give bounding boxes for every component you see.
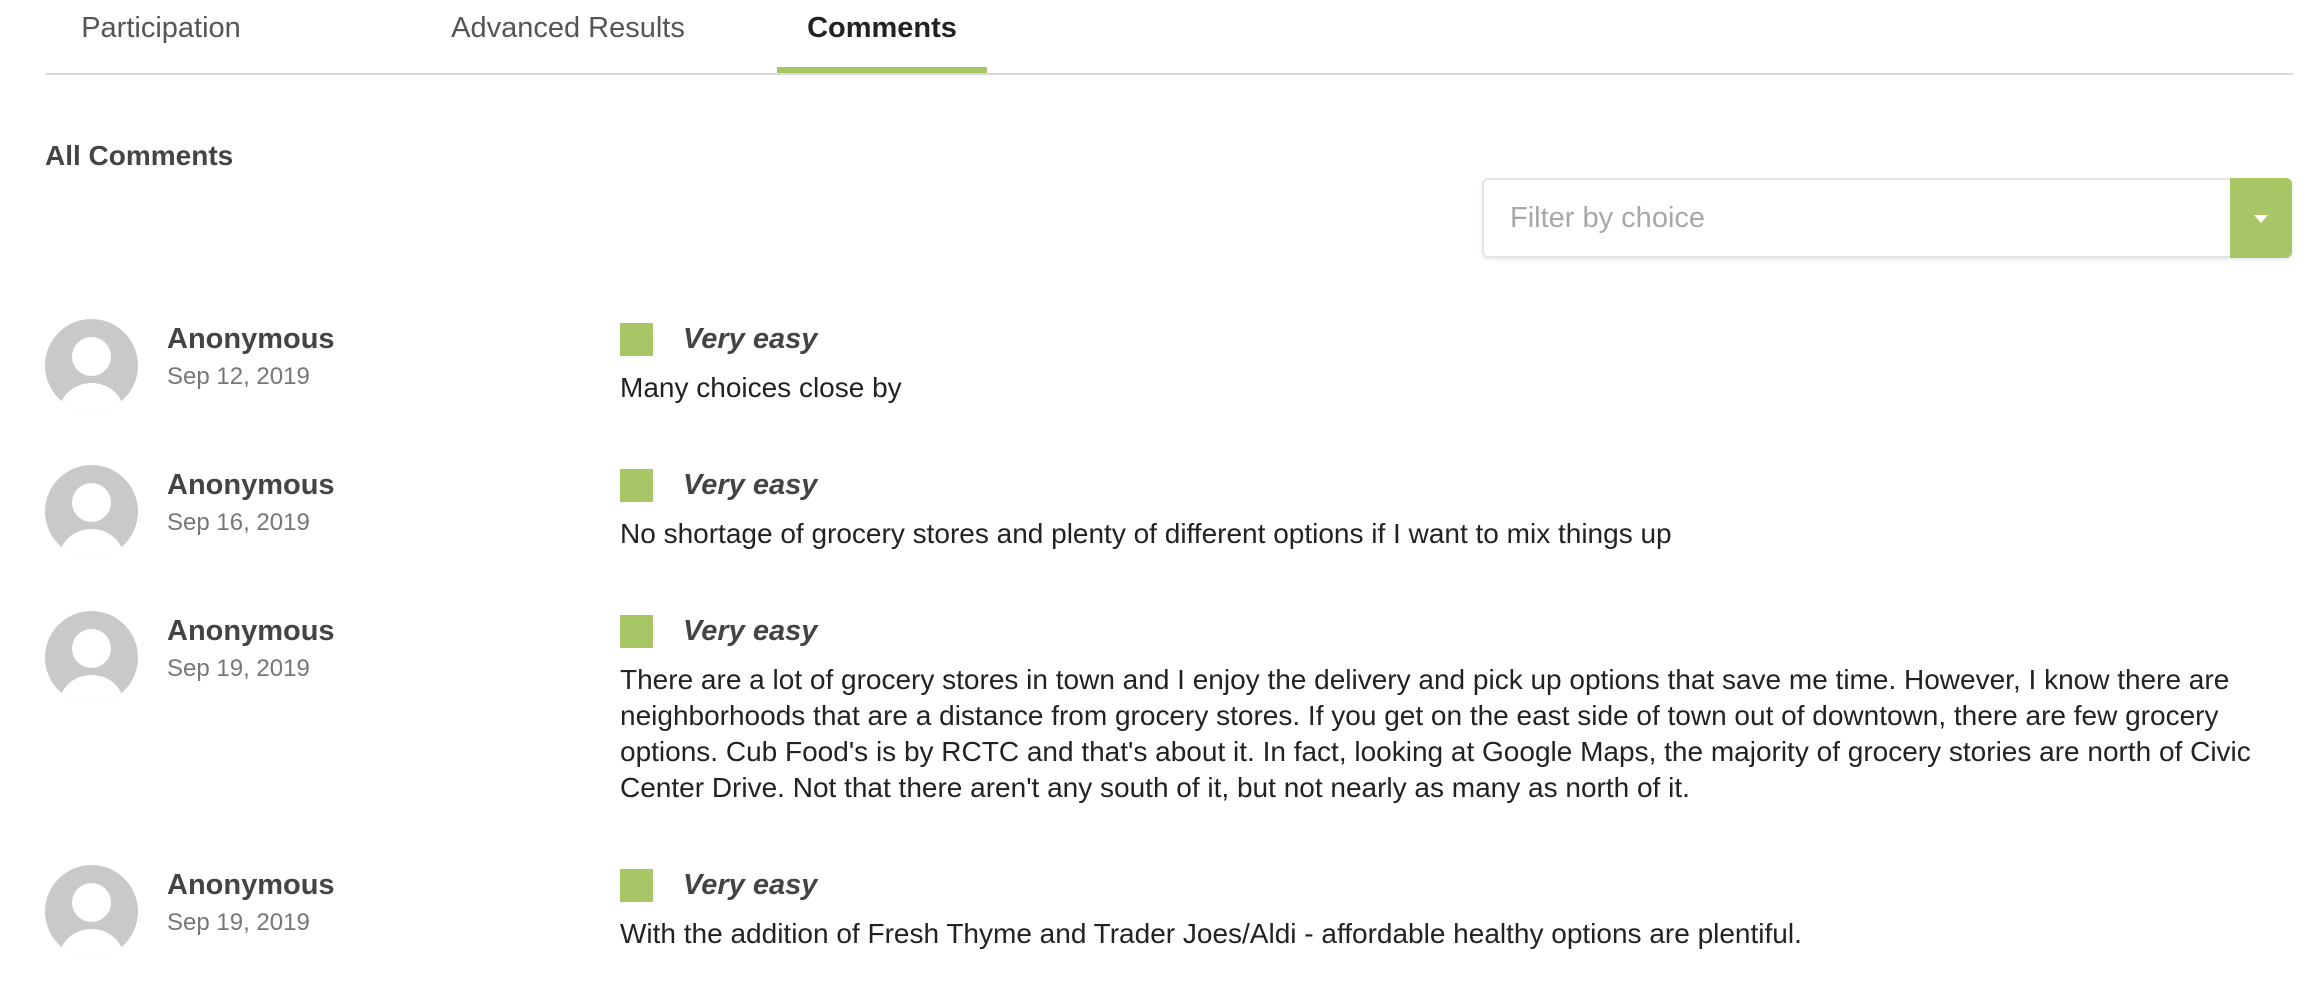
comment-text: There are a lot of grocery stores in tow…: [620, 664, 2251, 803]
comment-author: Anonymous: [167, 869, 335, 901]
user-avatar-icon: [45, 611, 138, 704]
dropdown-toggle-button[interactable]: [2230, 178, 2292, 258]
filter-input[interactable]: [1484, 180, 2229, 256]
tab-bar: Participation Advanced Results Comments: [45, 0, 2293, 75]
tab-advanced-results[interactable]: Advanced Results: [367, 0, 769, 73]
choice-color-swatch: [620, 614, 653, 648]
comment-item: Anonymous Sep 16, 2019 Very easy No shor…: [45, 446, 2295, 558]
comment-item: Anonymous Sep 19, 2019 Very easy There a…: [45, 592, 2295, 806]
comment-choice: Very easy: [620, 866, 2295, 904]
comment-body: Very easy With the addition of Fresh Thy…: [620, 846, 2295, 952]
filter-by-choice-dropdown[interactable]: [1482, 178, 2292, 258]
comment-author: Anonymous: [167, 323, 335, 355]
comment-list: Anonymous Sep 12, 2019 Very easy Many ch…: [45, 300, 2295, 992]
user-avatar-icon: [45, 865, 138, 958]
comment-author: Anonymous: [167, 469, 335, 501]
comment-choice: Very easy: [620, 320, 2295, 358]
choice-color-swatch: [620, 868, 653, 902]
comment-text: Many choices close by: [620, 372, 902, 403]
choice-label: Very easy: [683, 868, 818, 901]
comment-text: No shortage of grocery stores and plenty…: [620, 518, 1672, 549]
chevron-down-icon: [2254, 215, 2268, 223]
comment-author: Anonymous: [167, 615, 335, 647]
comment-meta: Anonymous Sep 19, 2019: [167, 612, 335, 686]
comment-item: Anonymous Sep 12, 2019 Very easy Many ch…: [45, 300, 2295, 412]
comment-choice: Very easy: [620, 466, 2295, 504]
comment-meta: Anonymous Sep 12, 2019: [167, 320, 335, 394]
choice-label: Very easy: [683, 468, 818, 501]
comment-date: Sep 19, 2019: [167, 909, 310, 936]
choice-label: Very easy: [683, 614, 818, 647]
comment-meta: Anonymous Sep 19, 2019: [167, 866, 335, 940]
comment-date: Sep 16, 2019: [167, 509, 310, 536]
user-avatar-icon: [45, 319, 138, 412]
comment-text: With the addition of Fresh Thyme and Tra…: [620, 918, 1802, 949]
comment-date: Sep 12, 2019: [167, 363, 310, 390]
comment-body: Very easy There are a lot of grocery sto…: [620, 592, 2295, 806]
tab-participation[interactable]: Participation: [45, 0, 277, 73]
comment-date: Sep 19, 2019: [167, 655, 310, 682]
choice-label: Very easy: [683, 322, 818, 355]
choice-color-swatch: [620, 468, 653, 502]
comment-body: Very easy Many choices close by: [620, 300, 2295, 406]
comment-body: Very easy No shortage of grocery stores …: [620, 446, 2295, 552]
tab-comments[interactable]: Comments: [777, 0, 987, 73]
comment-meta: Anonymous Sep 16, 2019: [167, 466, 335, 540]
choice-color-swatch: [620, 322, 653, 356]
section-title: All Comments: [45, 140, 234, 171]
comment-item: Anonymous Sep 19, 2019 Very easy With th…: [45, 846, 2295, 958]
user-avatar-icon: [45, 465, 138, 558]
comment-choice: Very easy: [620, 612, 2295, 650]
